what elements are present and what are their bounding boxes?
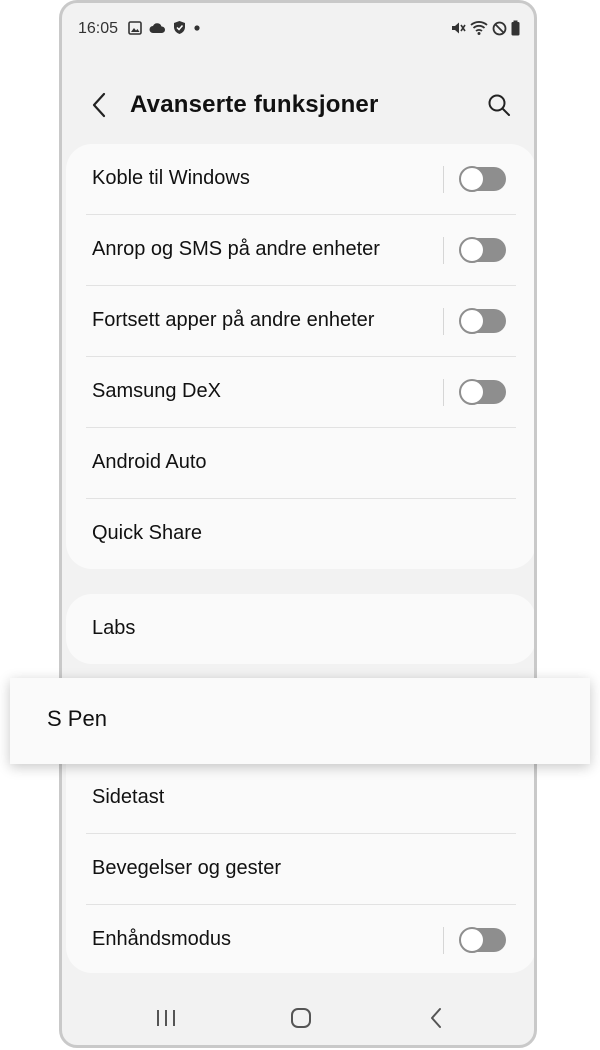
- mute-icon: [450, 20, 466, 36]
- toggle-switch[interactable]: [459, 166, 506, 192]
- setting-row-android-auto[interactable]: Android Auto: [66, 428, 534, 499]
- setting-label: Samsung DeX: [92, 380, 221, 402]
- dot-icon: [193, 24, 201, 32]
- toggle-switch[interactable]: [459, 379, 506, 405]
- settings-group-controls: Sidetast Bevegelser og gester Enhåndsmod…: [66, 763, 534, 976]
- phone-frame: 16:05 Avanserte funksjoner Koble til Win…: [59, 0, 537, 1048]
- settings-group-connectivity: Koble til Windows Anrop og SMS på andre …: [66, 144, 534, 570]
- back-button[interactable]: [84, 88, 114, 122]
- setting-label: Android Auto: [92, 451, 207, 473]
- dnd-icon: [492, 21, 507, 36]
- setting-row-labs[interactable]: Labs: [66, 594, 534, 665]
- setting-row-s-pen-highlight[interactable]: S Pen: [10, 678, 590, 764]
- page-title: Avanserte funksjoner: [130, 91, 379, 118]
- setting-label: Sidetast: [92, 786, 165, 808]
- toggle-separator: [443, 379, 444, 406]
- toggle-separator: [443, 237, 444, 264]
- recents-button[interactable]: [146, 1003, 186, 1033]
- home-button[interactable]: [281, 1003, 321, 1033]
- app-header: Avanserte funksjoner: [62, 78, 534, 134]
- back-nav-button[interactable]: [416, 1003, 456, 1033]
- setting-row-fortsett-apper[interactable]: Fortsett apper på andre enheter: [66, 286, 534, 357]
- setting-label: Quick Share: [92, 522, 203, 544]
- toggle-switch[interactable]: [459, 308, 506, 334]
- setting-row-enhandsmodus[interactable]: Enhåndsmodus: [66, 905, 534, 976]
- setting-label: Anrop og SMS på andre enheter: [92, 238, 380, 260]
- navigation-bar: [62, 991, 534, 1045]
- shield-icon: [173, 20, 186, 35]
- toggle-switch[interactable]: [459, 927, 506, 953]
- status-left-icons: [128, 20, 201, 35]
- wifi-icon: [470, 20, 488, 36]
- battery-icon: [511, 20, 520, 36]
- setting-label: Enhåndsmodus: [92, 928, 231, 950]
- toggle-switch[interactable]: [459, 237, 506, 263]
- settings-group-labs: Labs: [66, 594, 534, 665]
- setting-row-samsung-dex[interactable]: Samsung DeX: [66, 357, 534, 428]
- setting-row-bevegelser-og-gester[interactable]: Bevegelser og gester: [66, 834, 534, 905]
- search-button[interactable]: [482, 88, 516, 122]
- back-icon: [431, 1008, 441, 1028]
- toggle-knob: [459, 166, 485, 192]
- status-time: 16:05: [78, 20, 119, 37]
- setting-label: S Pen: [47, 706, 107, 731]
- setting-row-anrop-og-sms[interactable]: Anrop og SMS på andre enheter: [66, 215, 534, 286]
- toggle-separator: [443, 166, 444, 193]
- toggle-knob: [459, 927, 485, 953]
- setting-label: Fortsett apper på andre enheter: [92, 309, 375, 331]
- cloud-icon: [149, 22, 166, 34]
- setting-label: Bevegelser og gester: [92, 857, 282, 879]
- chevron-left-icon: [92, 92, 106, 118]
- status-bar: 16:05: [62, 3, 534, 55]
- toggle-knob: [459, 379, 485, 405]
- toggle-knob: [459, 308, 485, 334]
- setting-label: Labs: [92, 617, 136, 639]
- setting-row-quick-share[interactable]: Quick Share: [66, 499, 534, 570]
- toggle-separator: [443, 308, 444, 335]
- gallery-icon: [128, 20, 142, 35]
- home-icon: [291, 1008, 311, 1028]
- status-right-icons: [450, 20, 520, 36]
- setting-label: Koble til Windows: [92, 167, 250, 189]
- setting-row-sidetast[interactable]: Sidetast: [66, 763, 534, 834]
- setting-row-koble-til-windows[interactable]: Koble til Windows: [66, 144, 534, 215]
- search-icon: [488, 94, 510, 116]
- recents-icon: [157, 1010, 175, 1026]
- toggle-knob: [459, 237, 485, 263]
- toggle-separator: [443, 927, 444, 954]
